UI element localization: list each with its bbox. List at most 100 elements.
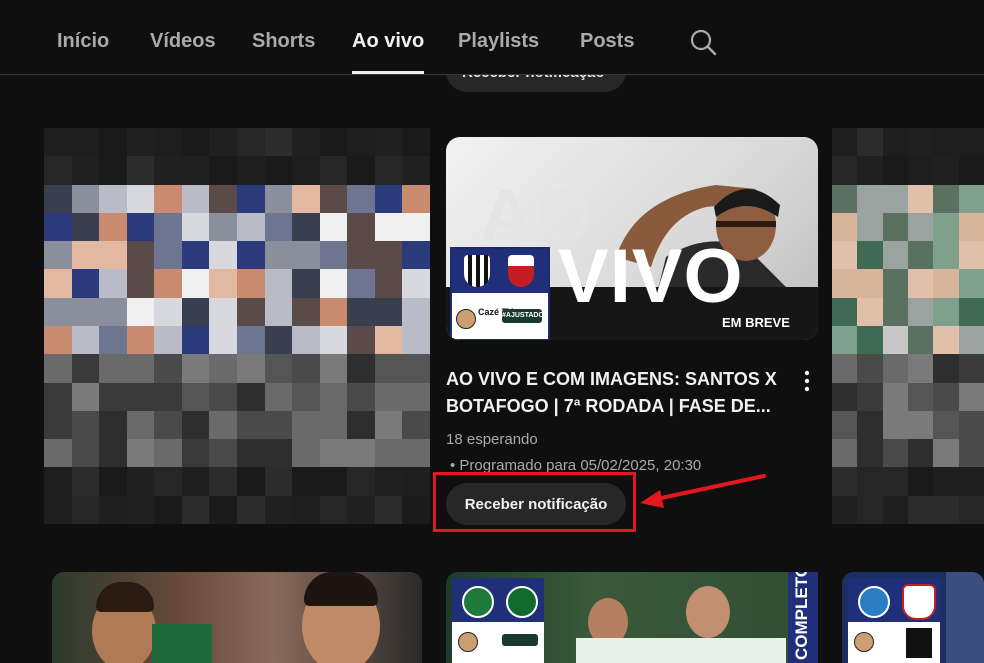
mosaic-tile — [181, 467, 210, 496]
mosaic-tile — [44, 241, 72, 270]
mosaic-tile — [154, 241, 182, 270]
mosaic-tile — [933, 128, 959, 157]
mosaic-tile — [857, 439, 883, 468]
mosaic-tile — [264, 128, 293, 157]
cazetv-logo-icon — [456, 309, 476, 329]
mosaic-tile — [933, 184, 959, 213]
mosaic-tile — [99, 354, 127, 383]
tab-shorts-label[interactable]: Shorts — [252, 30, 315, 53]
mosaic-tile — [126, 184, 155, 213]
mosaic-tile — [319, 467, 348, 496]
mosaic-tile — [44, 495, 72, 524]
video-thumbnail-bottom-3[interactable] — [842, 572, 984, 663]
mosaic-tile — [933, 495, 959, 524]
annotation-highlight-box — [433, 472, 636, 532]
thumbnail-headline-bottom: VIVO — [558, 234, 744, 319]
mosaic-tile — [402, 297, 430, 326]
mosaic-tile — [44, 354, 72, 383]
mosaic-tile — [99, 241, 127, 270]
mosaic-tile — [99, 410, 127, 440]
mosaic-tile — [402, 354, 430, 383]
video-thumbnail-bottom-1[interactable] — [52, 572, 422, 663]
blurred-video-card-right[interactable] — [832, 128, 984, 524]
mosaic-tile — [958, 212, 984, 242]
mosaic-tile — [882, 354, 908, 383]
mosaic-tile — [181, 297, 210, 326]
mosaic-tile — [319, 184, 348, 213]
mosaic-tile — [882, 467, 908, 496]
mosaic-tile — [832, 297, 858, 326]
mosaic-tile — [857, 156, 883, 185]
mosaic-tile — [933, 354, 959, 383]
mosaic-tile — [126, 382, 155, 411]
mosaic-tile — [209, 184, 237, 213]
tab-videos-label[interactable]: Vídeos — [150, 30, 216, 53]
mosaic-tile — [347, 439, 375, 468]
mosaic-tile — [882, 269, 908, 298]
mosaic-tile — [319, 269, 348, 298]
mosaic-tile — [99, 212, 127, 242]
mosaic-tile — [126, 212, 155, 242]
mosaic-tile — [292, 128, 320, 157]
mosaic-tile — [126, 156, 155, 185]
video-title-line-1[interactable]: AO VIVO E COM IMAGENS: SANTOS X — [446, 366, 786, 393]
tab-inicio-label[interactable]: Início — [57, 30, 109, 53]
mosaic-tile — [908, 382, 934, 411]
mosaic-tile — [933, 326, 959, 355]
botafogo-sp-crest-icon — [508, 255, 534, 287]
em-breve-badge: EM BREVE — [722, 315, 790, 330]
mosaic-tile — [264, 297, 293, 326]
mosaic-tile — [832, 326, 858, 355]
blurred-video-card-left[interactable] — [44, 128, 430, 524]
mosaic-tile — [958, 269, 984, 298]
mosaic-tile — [857, 410, 883, 440]
mosaic-tile — [99, 495, 127, 524]
team-logos-panel: Cazé TV #AJUSTADO — [450, 247, 550, 340]
palmeiras-crest-icon — [506, 586, 538, 618]
mosaic-tile — [958, 467, 984, 496]
mosaic-tile — [374, 467, 403, 496]
mosaic-tile — [44, 410, 72, 440]
mosaic-tile — [71, 495, 100, 524]
video-title-line-2[interactable]: BOTAFOGO | 7ª RODADA | FASE DE... — [446, 393, 786, 420]
mosaic-tile — [832, 128, 858, 157]
mosaic-tile — [71, 184, 100, 213]
mosaic-tile — [99, 439, 127, 468]
video-title[interactable]: AO VIVO E COM IMAGENS: SANTOS X BOTAFOGO… — [446, 366, 786, 420]
video-thumbnail[interactable]: AO VIVO EM BREVE Cazé TV #AJUSTADO — [446, 137, 818, 340]
mosaic-tile — [347, 184, 375, 213]
mosaic-tile — [44, 439, 72, 468]
mosaic-tile — [347, 467, 375, 496]
mosaic-tile — [908, 354, 934, 383]
more-vert-icon[interactable] — [798, 369, 816, 393]
mosaic-tile — [402, 241, 430, 270]
player-hair-2 — [304, 572, 378, 606]
mosaic-tile — [347, 354, 375, 383]
annotation-arrow-icon — [640, 474, 766, 508]
mosaic-tile — [832, 269, 858, 298]
mosaic-tile — [209, 156, 237, 185]
tab-playlists-label[interactable]: Playlists — [458, 30, 539, 53]
mosaic-tile — [264, 410, 293, 440]
mosaic-tile — [126, 439, 155, 468]
mosaic-tile — [832, 156, 858, 185]
mosaic-tile — [236, 382, 265, 411]
search-icon[interactable] — [688, 27, 718, 57]
mosaic-tile — [374, 495, 403, 524]
mosaic-tile — [71, 326, 100, 355]
mosaic-tile — [99, 326, 127, 355]
mosaic-tile — [882, 439, 908, 468]
tab-posts-label[interactable]: Posts — [580, 30, 634, 53]
mosaic-tile — [319, 410, 348, 440]
cazetv-logo-icon-3 — [854, 632, 874, 652]
mosaic-tile — [374, 326, 403, 355]
video-thumbnail-bottom-2[interactable] — [446, 572, 818, 663]
mosaic-tile — [126, 326, 155, 355]
mosaic-tile — [347, 410, 375, 440]
mosaic-tile — [402, 326, 430, 355]
tab-ao-vivo-label[interactable]: Ao vivo — [352, 30, 424, 53]
mosaic-tile — [209, 410, 237, 440]
mosaic-tile — [292, 439, 320, 468]
mosaic-tile — [319, 297, 348, 326]
mosaic-tile — [319, 354, 348, 383]
